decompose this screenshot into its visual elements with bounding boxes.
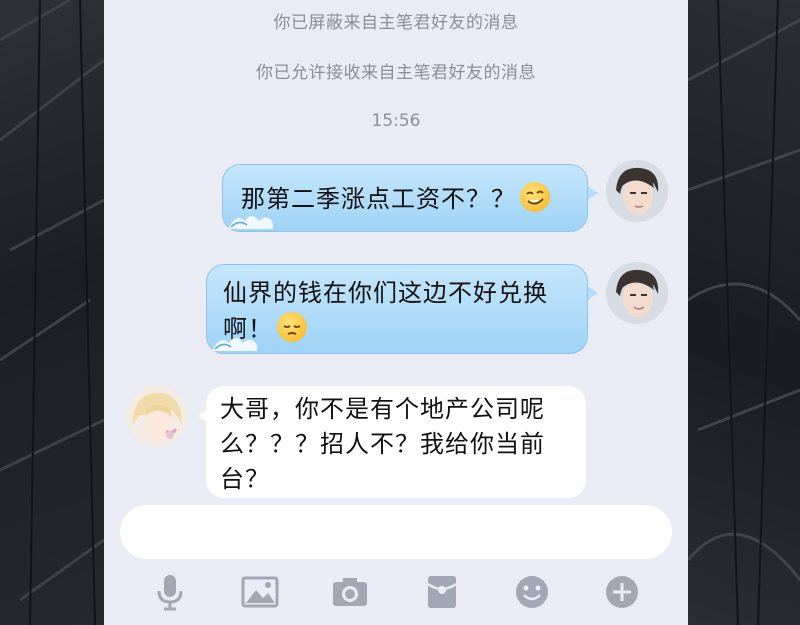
contact-avatar[interactable] <box>126 385 188 447</box>
outgoing-message-bubble[interactable]: 那第二季涨点工资不？？ <box>222 164 588 232</box>
incoming-message-bubble[interactable]: 大哥，你不是有个地产公司呢 么？？？招人不？我给你当前 台？ <box>206 386 586 498</box>
background-art-left <box>0 0 104 625</box>
male-character-avatar-icon <box>606 262 668 324</box>
outgoing-message-bubble[interactable]: 仙界的钱在你们这边不好兑换 啊！ <box>206 264 588 354</box>
smirk-emoji-icon <box>520 182 550 212</box>
message-text-line-1: 大哥，你不是有个地产公司呢 <box>220 395 545 423</box>
message-input[interactable] <box>120 505 672 559</box>
message-timestamp: 15:56 <box>371 111 421 131</box>
system-message-allowed: 你已允许接收来自主笔君好友的消息 <box>256 63 536 83</box>
chat-window: 你已屏蔽来自主笔君好友的消息 你已允许接收来自主笔君好友的消息 15:56 那第… <box>104 0 688 625</box>
microphone-icon[interactable] <box>150 572 190 612</box>
female-character-avatar-icon <box>126 385 188 447</box>
camera-icon[interactable] <box>330 572 370 612</box>
user-avatar[interactable] <box>606 160 668 222</box>
user-avatar[interactable] <box>606 262 668 324</box>
pensive-emoji-icon <box>277 312 307 342</box>
plus-icon[interactable] <box>602 572 642 612</box>
wave-decoration-icon <box>213 338 257 351</box>
system-message-blocked: 你已屏蔽来自主笔君好友的消息 <box>273 13 519 33</box>
message-text-line-1: 仙界的钱在你们这边不好兑换 <box>223 279 548 307</box>
message-text-line-3: 台？ <box>220 465 270 493</box>
wave-decoration-icon <box>229 216 273 229</box>
male-character-avatar-icon <box>606 160 668 222</box>
emoji-icon[interactable] <box>512 572 552 612</box>
image-icon[interactable] <box>240 572 280 612</box>
background-art-right <box>688 0 800 625</box>
red-packet-icon[interactable] <box>422 572 462 612</box>
message-text-line-2: 么？？？招人不？我给你当前 <box>220 430 545 458</box>
